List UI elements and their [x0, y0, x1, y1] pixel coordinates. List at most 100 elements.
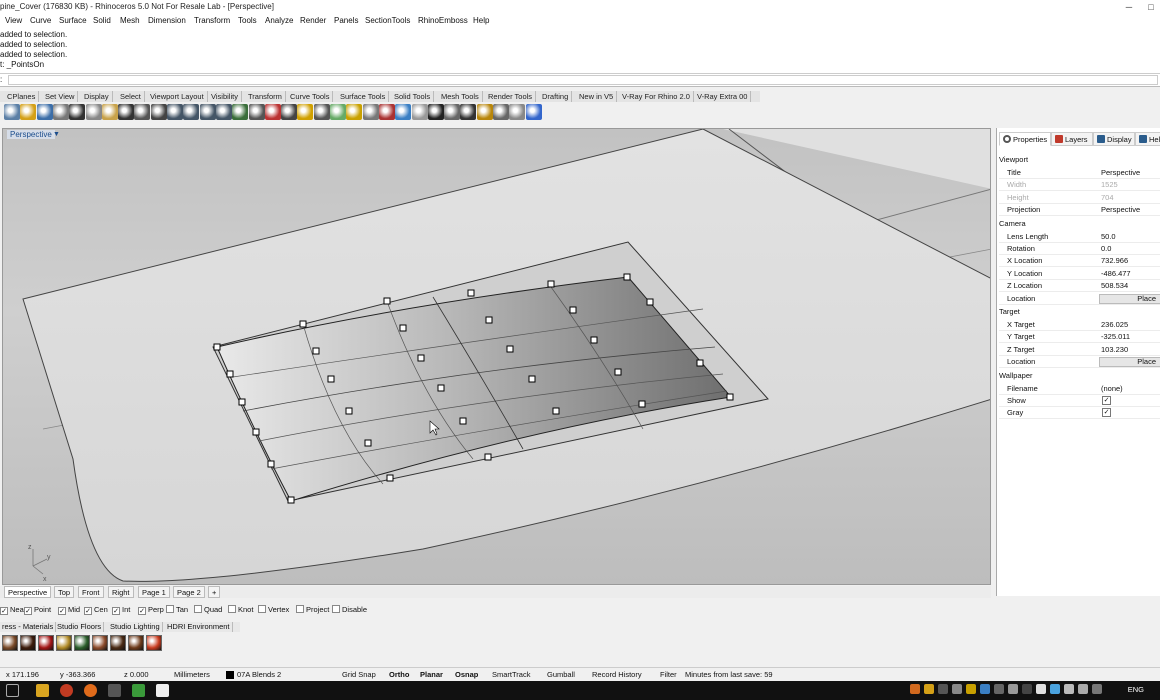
- osnap-checkbox[interactable]: ✓: [58, 607, 66, 615]
- osnap-checkbox[interactable]: ✓: [112, 607, 120, 615]
- camtasia-icon[interactable]: [132, 684, 145, 697]
- tab-curve-tools[interactable]: Curve Tools: [287, 91, 334, 102]
- material-swatch[interactable]: [38, 635, 54, 651]
- chrome-icon[interactable]: [60, 684, 73, 697]
- toggle-planar[interactable]: Planar: [420, 669, 443, 680]
- copy-icon[interactable]: [85, 104, 102, 120]
- perspective-viewport[interactable]: Perspective ▼ z y x: [2, 128, 991, 585]
- tab-layers[interactable]: Layers: [1051, 132, 1093, 146]
- osnap-checkbox[interactable]: ✓: [24, 607, 32, 615]
- toggle-ortho[interactable]: Ortho: [389, 669, 409, 680]
- tab-studio-lighting[interactable]: Studio Lighting: [108, 622, 163, 632]
- tab-hdri-environment[interactable]: HDRI Environment: [165, 622, 233, 632]
- osnap-project[interactable]: Project: [296, 604, 329, 615]
- tab-new-in-v5[interactable]: New in V5: [576, 91, 618, 102]
- sphere-icon[interactable]: [427, 104, 444, 120]
- tray-app-icon[interactable]: [994, 684, 1004, 694]
- osnap-int[interactable]: ✓ Int: [112, 604, 130, 615]
- property-value[interactable]: 1525: [1101, 179, 1118, 191]
- save-icon[interactable]: [36, 104, 53, 120]
- property-checkbox[interactable]: ✓: [1102, 396, 1111, 405]
- osnap-tan[interactable]: Tan: [166, 604, 188, 615]
- tab-studio-floors[interactable]: Studio Floors: [55, 622, 105, 632]
- osnap-checkbox[interactable]: ✓: [138, 607, 146, 615]
- tray-app-icon[interactable]: [1022, 684, 1032, 694]
- tab-cplanes[interactable]: CPlanes: [4, 91, 40, 102]
- menu-help[interactable]: Help: [473, 16, 489, 25]
- material-swatch[interactable]: [146, 635, 162, 651]
- osnap-vertex[interactable]: Vertex: [258, 604, 289, 615]
- network-icon[interactable]: [1050, 684, 1060, 694]
- property-value[interactable]: 732.966: [1101, 255, 1128, 267]
- keyboard-icon[interactable]: [1092, 684, 1102, 694]
- layer-icon[interactable]: [330, 104, 346, 120]
- property-value[interactable]: -486.477: [1101, 268, 1131, 280]
- tray-app-icon[interactable]: [1036, 684, 1046, 694]
- view-tab-top[interactable]: Top: [54, 586, 75, 598]
- osnap-checkbox[interactable]: ✓: [0, 607, 8, 615]
- view-tab-page-2[interactable]: Page 2: [173, 586, 205, 598]
- menu-analyze[interactable]: Analyze: [265, 16, 293, 25]
- render-icon[interactable]: [411, 104, 428, 120]
- tab-set-view[interactable]: Set View: [42, 91, 79, 102]
- tray-app-icon[interactable]: [910, 684, 920, 694]
- circle-icon[interactable]: [297, 104, 314, 120]
- tab-visibility[interactable]: Visibility: [208, 91, 242, 102]
- osnap-near[interactable]: ✓ Near: [0, 604, 26, 615]
- tray-app-icon[interactable]: [938, 684, 948, 694]
- property-value[interactable]: Perspective: [1101, 167, 1140, 179]
- viewport-menu-arrow-icon[interactable]: ▼: [53, 131, 60, 138]
- maximize-button[interactable]: □: [1142, 0, 1160, 14]
- snap-icon[interactable]: [509, 104, 526, 120]
- menu-render[interactable]: Render: [300, 16, 326, 25]
- property-value[interactable]: 0.0: [1101, 243, 1111, 255]
- material-icon[interactable]: [378, 104, 395, 120]
- tab-surface-tools[interactable]: Surface Tools: [337, 91, 390, 102]
- toggle-filter[interactable]: Filter: [660, 669, 677, 680]
- zoom-icon[interactable]: [167, 104, 183, 120]
- tray-app-icon[interactable]: [924, 684, 934, 694]
- osnap-cen[interactable]: ✓ Cen: [84, 604, 108, 615]
- osnap-checkbox[interactable]: [296, 605, 304, 613]
- material-swatch[interactable]: [2, 635, 18, 651]
- toggle-gumball[interactable]: Gumball: [547, 669, 575, 680]
- tab-drafting[interactable]: Drafting: [539, 91, 573, 102]
- tray-app-icon[interactable]: [952, 684, 962, 694]
- options-icon[interactable]: [476, 104, 493, 120]
- osnap-quad[interactable]: Quad: [194, 604, 222, 615]
- osnap-checkbox[interactable]: [228, 605, 236, 613]
- undo-icon[interactable]: [118, 104, 135, 120]
- tab-transform[interactable]: Transform: [245, 91, 286, 102]
- osnap-point[interactable]: ✓ Point: [24, 604, 51, 615]
- menu-surface[interactable]: Surface: [59, 16, 87, 25]
- osnap-checkbox[interactable]: [332, 605, 340, 613]
- tab-viewport-layout[interactable]: Viewport Layout: [147, 91, 208, 102]
- view-tab-front[interactable]: Front: [78, 586, 104, 598]
- grid-icon[interactable]: [493, 104, 509, 120]
- material-swatch[interactable]: [56, 635, 72, 651]
- tab-render-tools[interactable]: Render Tools: [485, 91, 537, 102]
- notes-icon[interactable]: [156, 684, 169, 697]
- toggle-smarttrack[interactable]: SmartTrack: [492, 669, 530, 680]
- rhino-icon[interactable]: [108, 684, 121, 697]
- toggle-record-history[interactable]: Record History: [592, 669, 642, 680]
- osnap-checkbox[interactable]: [194, 605, 202, 613]
- zoom-selected-icon[interactable]: [215, 104, 232, 120]
- property-value[interactable]: 704: [1101, 192, 1114, 204]
- tab-solid-tools[interactable]: Solid Tools: [391, 91, 435, 102]
- toggle-grid-snap[interactable]: Grid Snap: [342, 669, 376, 680]
- property-checkbox[interactable]: ✓: [1102, 408, 1111, 418]
- place-button[interactable]: Place: [1099, 293, 1160, 304]
- menu-view[interactable]: View: [5, 16, 22, 25]
- view-tab-perspective[interactable]: Perspective: [4, 586, 52, 598]
- toggle-osnap[interactable]: Osnap: [455, 669, 478, 680]
- tab-vray-for-rhino[interactable]: V-Ray For Rhino 2.0: [619, 91, 694, 102]
- menu-dimension[interactable]: Dimension: [148, 16, 186, 25]
- menu-sectiontools[interactable]: SectionTools: [365, 16, 410, 25]
- property-value[interactable]: -325.011: [1101, 331, 1130, 343]
- material-swatch[interactable]: [20, 635, 36, 651]
- lock-icon[interactable]: [362, 104, 379, 120]
- tab-vray-extra[interactable]: V-Ray Extra 00: [694, 91, 752, 102]
- zoom-window-icon[interactable]: [183, 104, 200, 120]
- curve-icon[interactable]: [281, 104, 298, 120]
